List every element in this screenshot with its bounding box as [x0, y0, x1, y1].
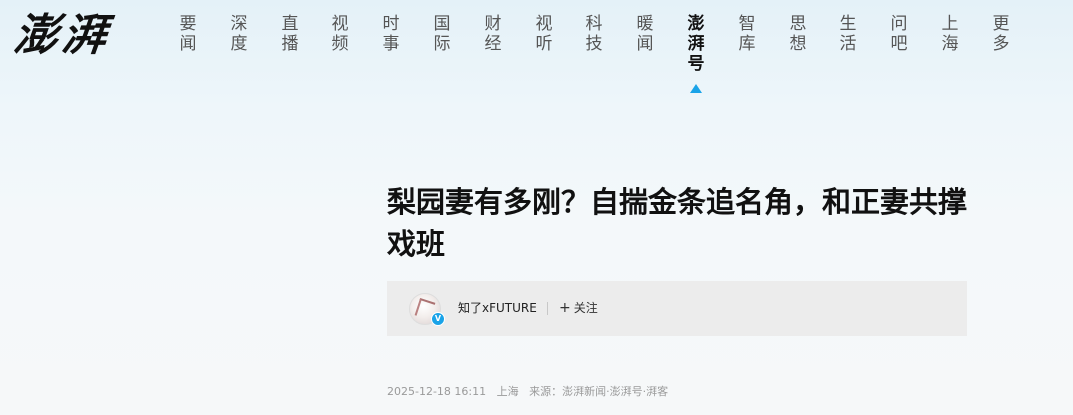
nav-item-13[interactable]: 生 活	[837, 14, 859, 54]
active-indicator-icon	[690, 84, 702, 93]
nav-item-0[interactable]: 要 闻	[177, 14, 199, 54]
nav-item-5[interactable]: 国 际	[431, 14, 453, 54]
nav-item-3[interactable]: 视 频	[329, 14, 351, 54]
nav-item-16[interactable]: 更 多	[990, 14, 1012, 54]
nav-item-2[interactable]: 直 播	[279, 14, 301, 54]
publish-location: 上海	[496, 385, 519, 398]
article-source[interactable]: 来源：澎湃新闻·澎湃号·湃客	[529, 385, 668, 398]
publish-datetime: 2025-12-18 16:11	[387, 385, 487, 398]
author-divider	[547, 302, 548, 315]
nav-item-12[interactable]: 思 想	[787, 14, 809, 54]
author-name[interactable]: 知了xFUTURE	[458, 300, 537, 316]
nav-item-8[interactable]: 科 技	[583, 14, 605, 54]
nav-item-4[interactable]: 时 事	[380, 14, 402, 54]
follow-button[interactable]: + 关注	[559, 300, 598, 316]
nav-item-7[interactable]: 视 听	[533, 14, 555, 54]
follow-label: 关注	[573, 301, 598, 315]
site-logo[interactable]: 澎湃	[11, 8, 113, 64]
nav-item-14[interactable]: 问 吧	[888, 14, 910, 54]
article-meta: 2025-12-18 16:11 上海 来源：澎湃新闻·澎湃号·湃客	[387, 384, 675, 400]
nav-item-1[interactable]: 深 度	[228, 14, 250, 54]
nav-item-10[interactable]: 澎 湃 号	[685, 14, 707, 74]
nav-item-11[interactable]: 智 库	[736, 14, 758, 54]
nav-item-15[interactable]: 上 海	[939, 14, 961, 54]
nav-item-9[interactable]: 暖 闻	[634, 14, 656, 54]
author-bar: V 知了xFUTURE + 关注	[387, 281, 967, 336]
nav-item-6[interactable]: 财 经	[482, 14, 504, 54]
verified-badge-icon: V	[431, 312, 445, 326]
article-title: 梨园妻有多刚？自揣金条追名角，和正妻共撑戏班	[387, 185, 968, 261]
plus-icon: +	[559, 300, 571, 316]
